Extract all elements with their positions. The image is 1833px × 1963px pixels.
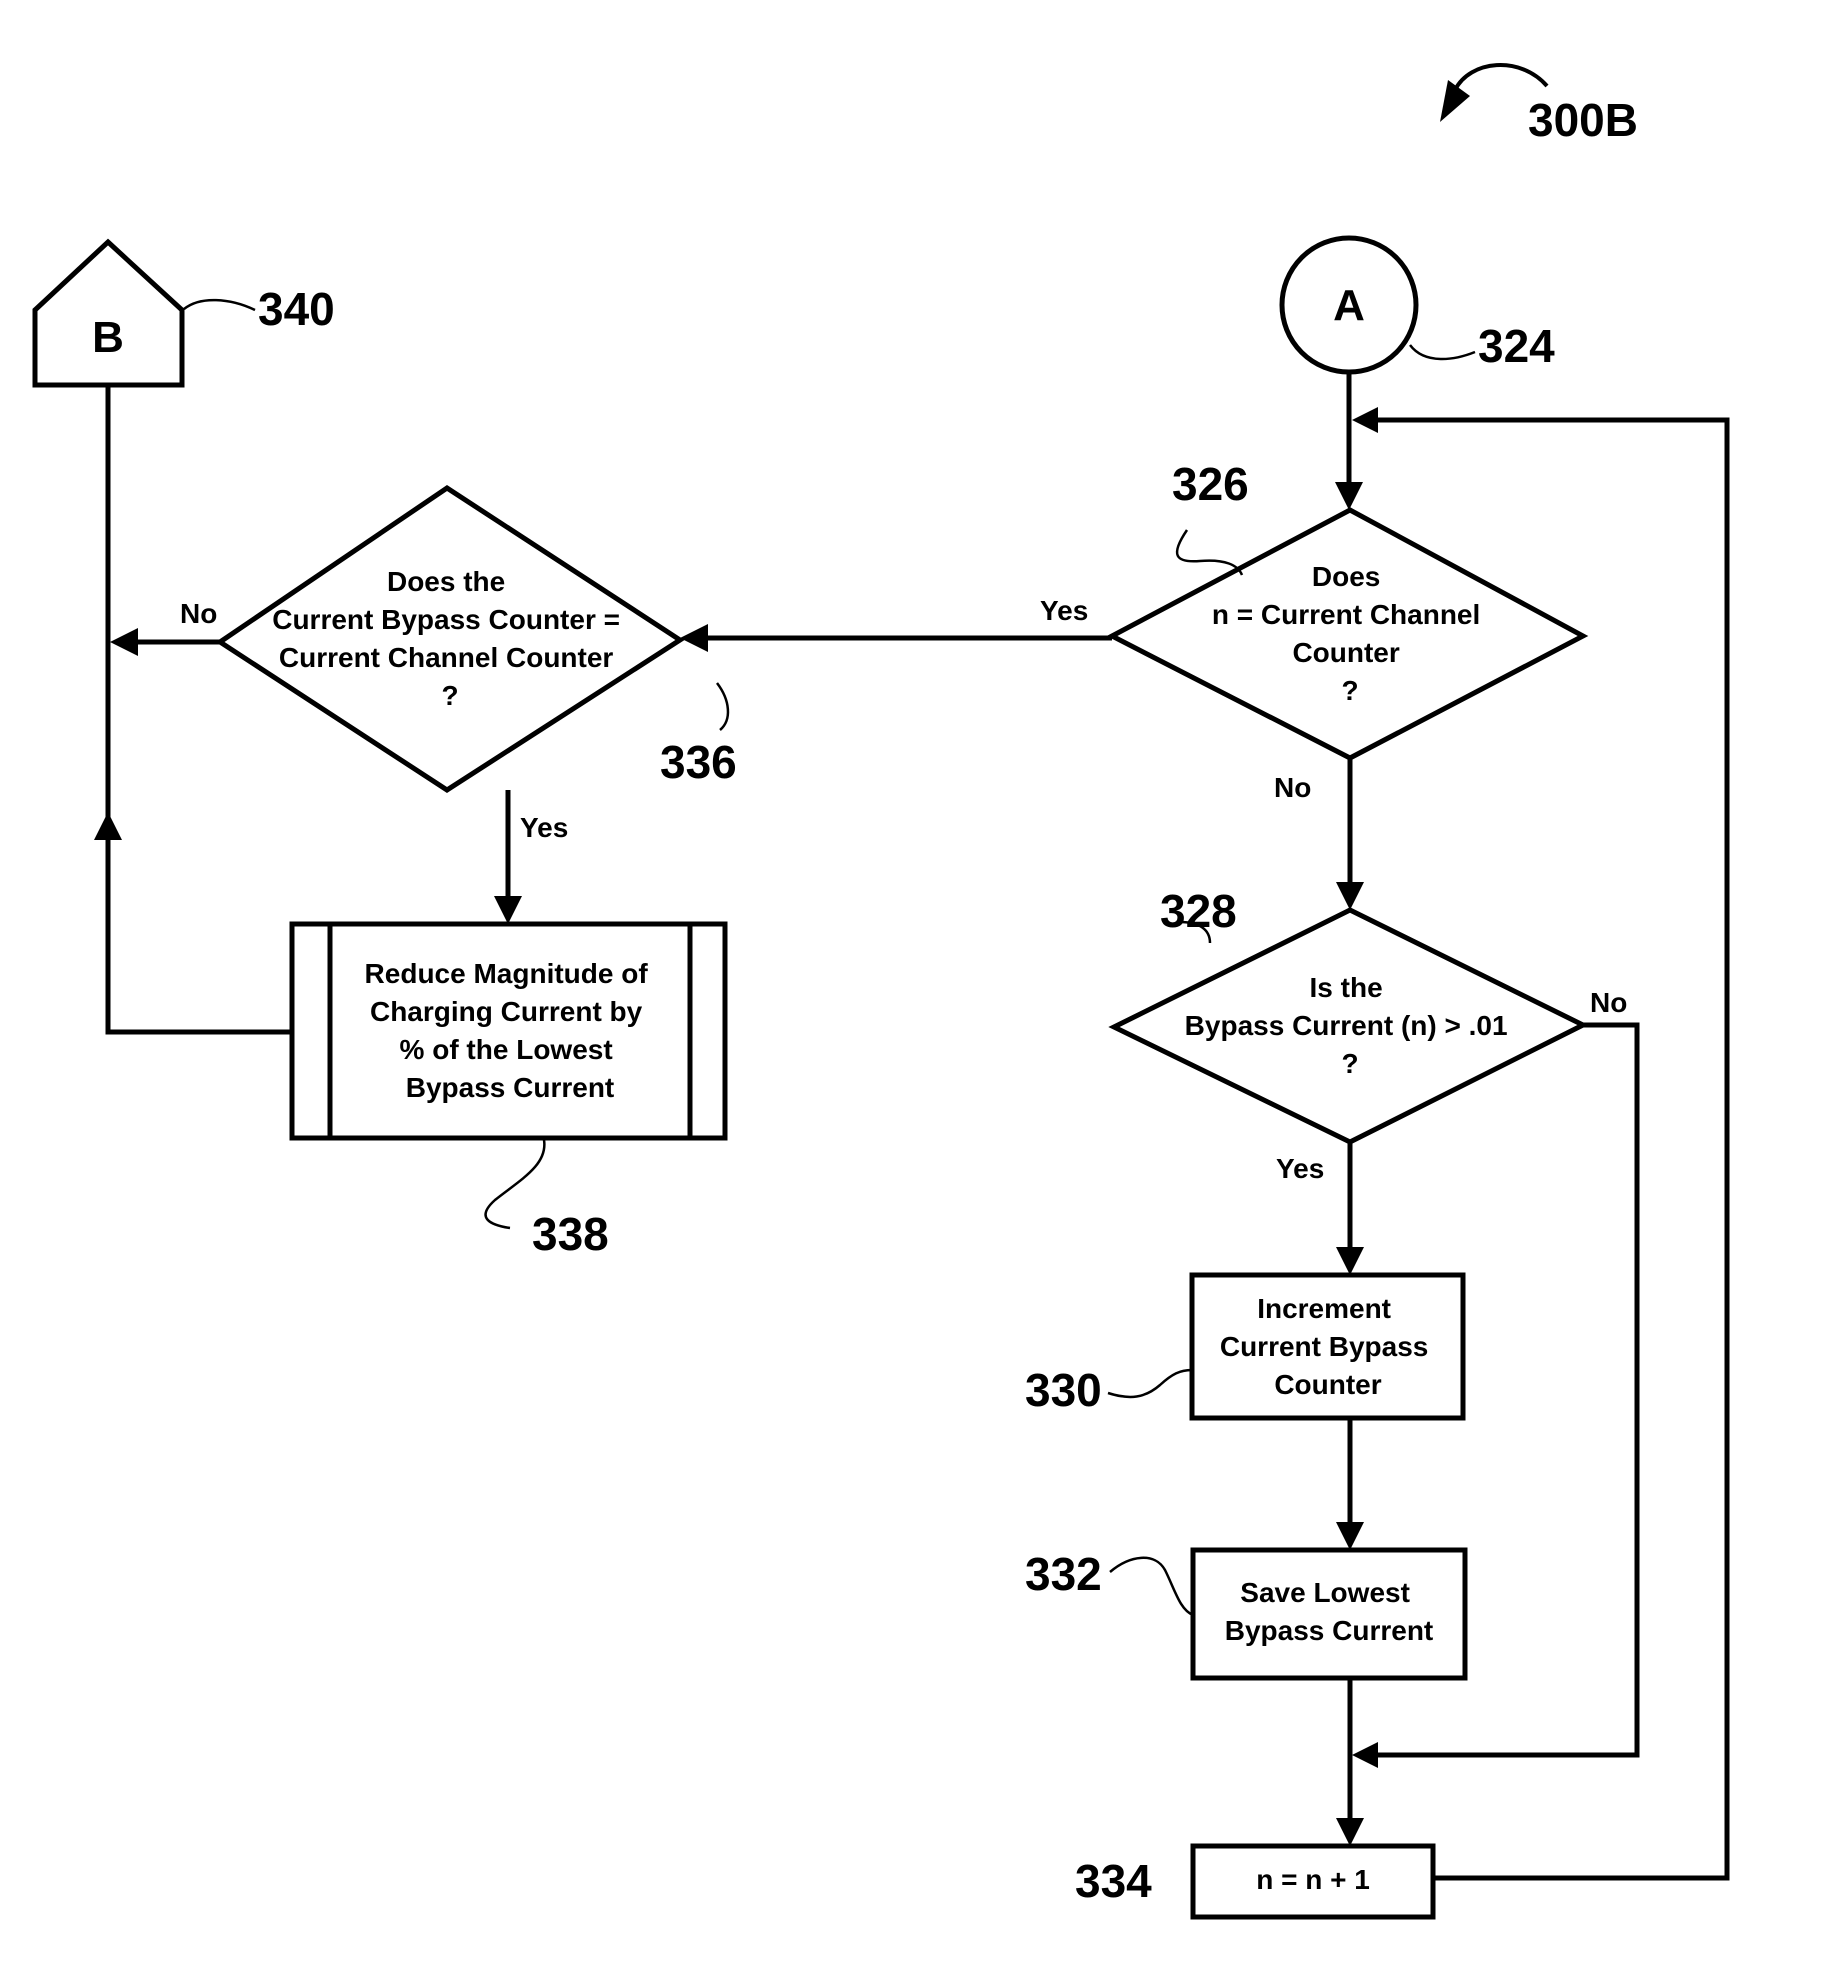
ref-label-324: 324 [1478,320,1555,372]
connector-b: B 340 [32,238,335,388]
decision-336-leader [716,682,730,731]
edge-label-328-yes: Yes [1276,1153,1324,1184]
decision-336-diamond [215,484,685,793]
arrowhead-loop-merge [1352,407,1378,433]
ref-label-328: 328 [1160,885,1237,937]
figure-pointer-curve [1453,63,1549,91]
process-332-box [1190,1547,1468,1681]
ref-label-340: 340 [258,283,335,335]
process-332: Save Lowest Bypass Current 332 [1025,1547,1468,1681]
process-338: Reduce Magnitude of Charging Current by … [289,921,728,1260]
arrowhead-into-332 [1336,1522,1364,1550]
connector-a-leader [1409,344,1476,361]
arrowhead-into-326 [1335,482,1363,510]
arrowhead-336-no [110,628,138,656]
process-330-leader [1107,1368,1193,1399]
figure-id-label: 300B [1528,94,1638,146]
ref-label-336: 336 [660,736,737,788]
decision-328: Is the Bypass Current (n) > .01 ? 328 [1108,885,1589,1145]
decision-336: Does the Current Bypass Counter = Curren… [215,484,737,793]
edge-label-336-no: No [180,598,217,629]
connector-b-leader [183,298,256,312]
process-330: Increment Current Bypass Counter 330 [1025,1272,1466,1421]
ref-label-332: 332 [1025,1548,1102,1600]
decision-326-leader [1175,529,1244,576]
edge-label-336-yes: Yes [520,812,568,843]
edge-label-326-no: No [1274,772,1311,803]
figure-pointer-arrowhead [1440,80,1470,122]
ref-label-330: 330 [1025,1364,1102,1416]
arrowhead-up-to-b [94,812,122,840]
arrowhead-into-334 [1336,1818,1364,1846]
arrowhead-into-328 [1336,882,1364,910]
edge-338-to-b [105,385,292,1035]
process-338-box [289,921,728,1141]
edge-label-328-no: No [1590,987,1627,1018]
arrowhead-into-336 [680,624,708,652]
decision-326-diamond [1106,507,1589,761]
flowchart-canvas: 300B A 324 Does n = Current Channel Coun… [32,63,1730,1920]
ref-label-338: 338 [532,1208,609,1260]
edge-label-326-yes: Yes [1040,595,1088,626]
connector-a-letter: A [1333,281,1365,330]
arrowhead-into-330 [1336,1247,1364,1275]
ref-label-326: 326 [1172,458,1249,510]
arrowhead-into-338 [494,896,522,924]
process-334-text: n = n + 1 [1256,1864,1370,1895]
ref-label-334: 334 [1075,1855,1152,1907]
figure-label-group: 300B [1440,63,1638,146]
process-332-leader [1109,1556,1194,1617]
connector-b-letter: B [92,313,124,362]
process-334: n = n + 1 334 [1075,1843,1436,1920]
connector-a: A 324 [1279,235,1555,375]
arrowhead-no-merge [1352,1742,1378,1768]
